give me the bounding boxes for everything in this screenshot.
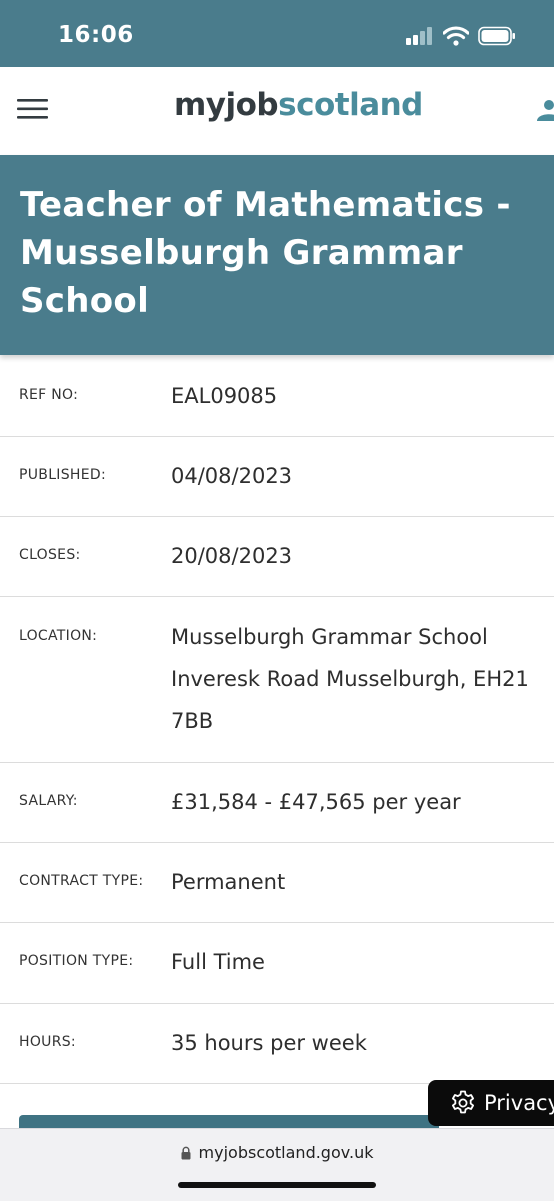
detail-label: SALARY: [19,793,78,809]
browser-address-bar: myjobscotland.gov.uk [0,1128,554,1201]
detail-row-salary: SALARY: £31,584 - £47,565 per year [0,763,554,843]
privacy-settings-button[interactable]: Privacy [428,1080,554,1126]
status-time: 16:06 [58,22,134,48]
menu-icon[interactable] [17,98,48,120]
home-indicator[interactable] [178,1182,376,1188]
gear-icon [452,1090,474,1114]
detail-row-closes: CLOSES: 20/08/2023 [0,517,554,597]
site-logo[interactable]: myjobscotland [174,87,423,123]
detail-value: £31,584 - £47,565 per year [171,790,461,814]
detail-value: 04/08/2023 [171,464,293,488]
job-title: Teacher of Mathematics - Musselburgh Gra… [20,185,511,321]
detail-label: POSITION TYPE: [19,953,134,969]
detail-value: Full Time [171,950,265,974]
logo-part-myjob: myjob [174,87,279,123]
detail-label: REF NO: [19,387,79,403]
status-bar: 16:06 [0,0,554,67]
detail-row-location: LOCATION: Musselburgh Grammar School Inv… [0,597,554,763]
url-field[interactable]: myjobscotland.gov.uk [0,1143,554,1162]
detail-row-hours: HOURS: 35 hours per week [0,1004,554,1084]
detail-row-published: PUBLISHED: 04/08/2023 [0,437,554,517]
signal-icon [406,27,432,45]
detail-value: 35 hours per week [171,1031,367,1055]
status-icons [406,26,516,46]
detail-value: Permanent [171,870,286,894]
detail-value: Musselburgh Grammar School Inveresk Road… [171,625,529,733]
lock-icon [181,1146,191,1159]
url-text: myjobscotland.gov.uk [198,1143,374,1162]
detail-row-position-type: POSITION TYPE: Full Time [0,923,554,1004]
site-header: myjobscotland [0,67,554,156]
detail-label: CLOSES: [19,547,81,563]
detail-row-ref-no: REF NO: EAL09085 [0,356,554,437]
apply-button[interactable] [19,1115,439,1129]
detail-value: EAL09085 [171,384,278,408]
detail-row-contract-type: CONTRACT TYPE: Permanent [0,843,554,923]
user-icon[interactable] [537,99,554,121]
detail-label: CONTRACT TYPE: [19,873,144,889]
logo-part-scotland: scotland [278,87,423,123]
privacy-label: Privacy [484,1091,554,1115]
detail-label: PUBLISHED: [19,467,106,483]
wifi-icon [443,26,469,46]
battery-icon [478,26,515,46]
job-details-list: REF NO: EAL09085 PUBLISHED: 04/08/2023 C… [0,356,554,1084]
detail-label: HOURS: [19,1034,76,1050]
detail-value: 20/08/2023 [171,544,293,568]
detail-label: LOCATION: [19,628,98,644]
